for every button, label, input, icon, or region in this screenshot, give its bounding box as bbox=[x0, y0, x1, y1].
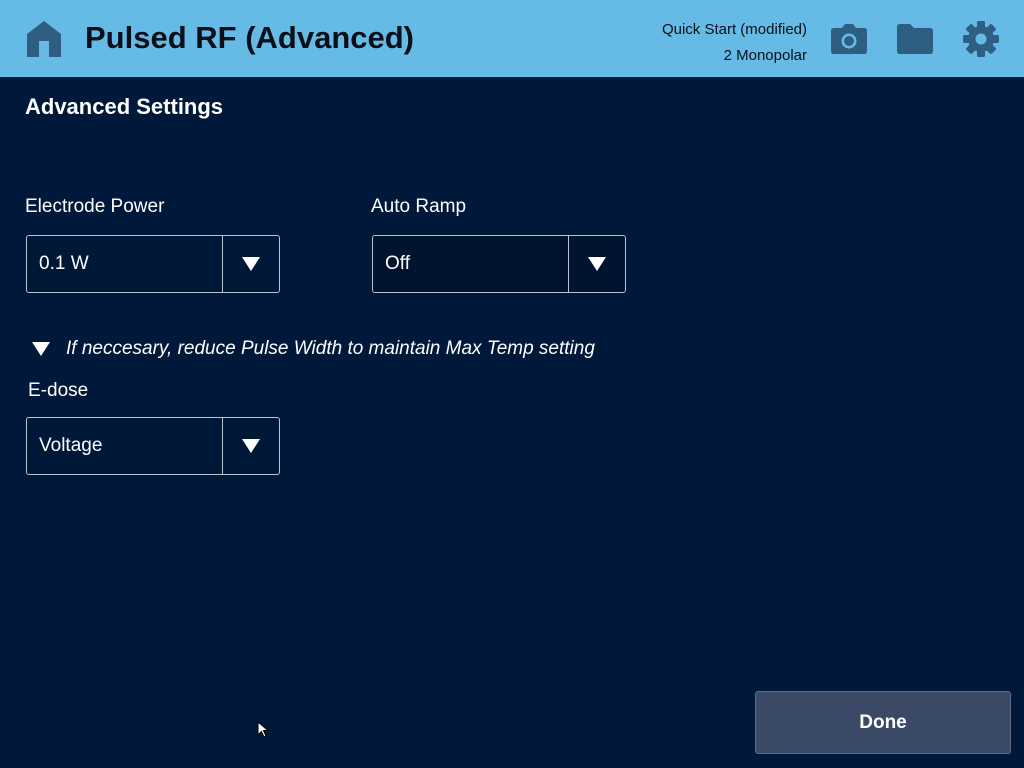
profile-name: Quick Start (modified) bbox=[661, 21, 807, 38]
done-button[interactable]: Done bbox=[755, 691, 1011, 754]
auto-ramp-label: Auto Ramp bbox=[371, 196, 467, 217]
dropdown-arrow-icon bbox=[223, 418, 279, 474]
mouse-cursor-icon bbox=[257, 721, 270, 738]
pulse-width-note: If neccesary, reduce Pulse Width to main… bbox=[30, 336, 595, 362]
electrode-power-value: 0.1 W bbox=[39, 253, 89, 274]
auto-ramp-dropdown[interactable]: Off bbox=[372, 235, 626, 293]
note-arrow-icon bbox=[30, 336, 52, 362]
home-icon bbox=[27, 21, 61, 57]
settings-button[interactable] bbox=[961, 19, 1001, 59]
camera-icon bbox=[831, 24, 867, 54]
dropdown-arrow-icon bbox=[223, 236, 279, 292]
profile-mode: 2 Monopolar bbox=[723, 47, 807, 64]
home-button[interactable] bbox=[24, 19, 64, 59]
section-title: Advanced Settings bbox=[25, 94, 224, 119]
e-dose-value: Voltage bbox=[39, 435, 103, 456]
electrode-power-dropdown[interactable]: 0.1 W bbox=[26, 235, 280, 293]
folder-icon bbox=[897, 24, 933, 54]
dropdown-arrow-icon bbox=[569, 236, 625, 292]
folder-button[interactable] bbox=[895, 19, 935, 59]
auto-ramp-value: Off bbox=[385, 253, 410, 274]
app-title: Pulsed RF (Advanced) bbox=[85, 20, 414, 55]
camera-button[interactable] bbox=[829, 19, 869, 59]
e-dose-dropdown[interactable]: Voltage bbox=[26, 417, 280, 475]
gear-icon bbox=[963, 21, 999, 57]
profile-info: Quick Start (modified) 2 Monopolar bbox=[662, 17, 807, 69]
header-bar: Pulsed RF (Advanced) Quick Start (modifi… bbox=[0, 0, 1024, 77]
note-text: If neccesary, reduce Pulse Width to main… bbox=[66, 338, 595, 359]
electrode-power-label: Electrode Power bbox=[25, 196, 165, 217]
e-dose-label: E-dose bbox=[28, 380, 89, 401]
